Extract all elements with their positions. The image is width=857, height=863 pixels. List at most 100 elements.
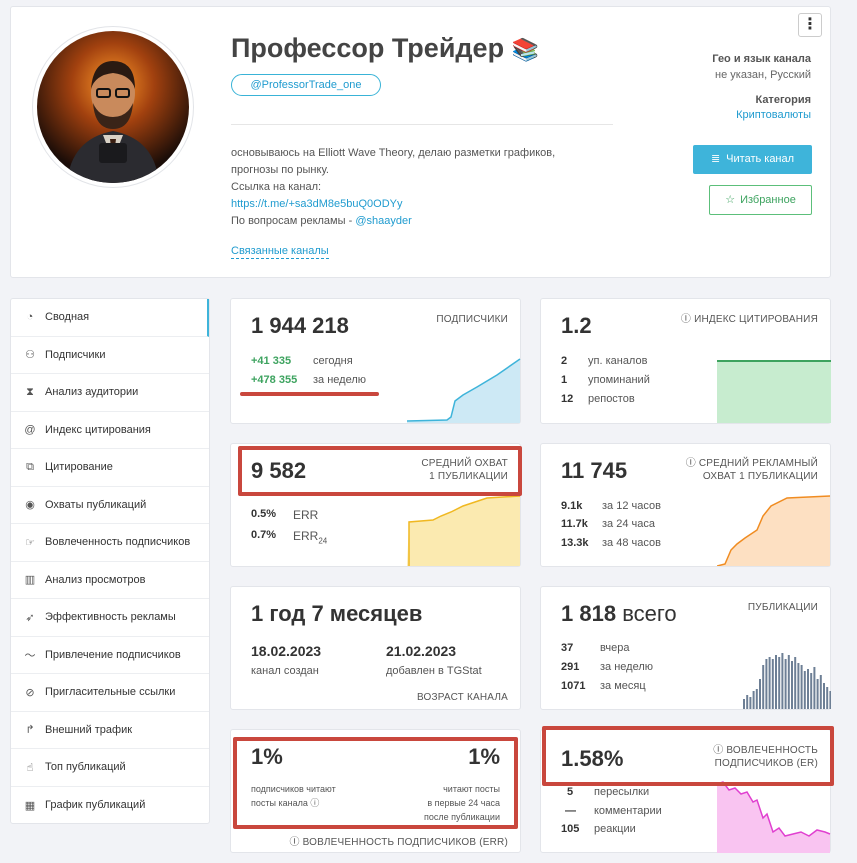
trend-icon: 〜 xyxy=(24,649,36,662)
subscribers-card[interactable]: 1 944 218 ПОДПИСЧИКИ +41 335 сегодня +47… xyxy=(230,298,521,424)
subscribers-week-label: за неделю xyxy=(313,374,367,386)
rocket-icon: ➶ xyxy=(25,611,35,624)
publication-bar xyxy=(778,657,781,709)
channel-age-value: 1 год 7 месяцев xyxy=(251,601,423,626)
publication-bar xyxy=(784,659,787,709)
sidebar-item-acquisition[interactable]: 〜 Привлечение подписчиков xyxy=(11,637,209,674)
highlight-underline xyxy=(240,392,379,396)
err-footer: ⓘ ВОВЛЕЧЕННОСТЬ ПОДПИСЧИКОВ (ERR) xyxy=(289,837,508,848)
sidebar-item-summary[interactable]: ◔ Сводная xyxy=(11,299,209,337)
err24-label: ERR24 xyxy=(293,529,328,546)
publications-total: 1 818 всего xyxy=(561,601,677,626)
channel-invite-link[interactable]: https://t.me/+sa3dM8e5buQ0ODYy xyxy=(231,198,403,210)
publication-bar xyxy=(794,657,797,709)
users-icon: ⚇ xyxy=(25,349,35,362)
publication-bar xyxy=(823,683,825,709)
sidebar-item-external-traffic[interactable]: ↱ Внешний трафик xyxy=(11,712,209,749)
geo-language-value: не указан, Русский xyxy=(715,69,811,81)
avatar-image xyxy=(37,31,189,183)
sidebar-item-top-posts[interactable]: ☝ Топ публикаций xyxy=(11,749,209,787)
citation-index-value: 1.2 xyxy=(561,313,592,338)
publication-bar xyxy=(826,687,829,709)
sidebar-item-ad-efficiency[interactable]: ➶ Эффективность рекламы xyxy=(11,599,209,637)
channel-avatar xyxy=(33,27,193,187)
publication-bar xyxy=(819,675,822,709)
added-label: добавлен в TGStat xyxy=(386,665,482,677)
err-value: 0.5% xyxy=(251,508,277,520)
sidebar-item-schedule[interactable]: ▦ График публикаций xyxy=(11,787,209,825)
hourglass-icon: ⧗ xyxy=(26,385,34,398)
channel-description: основываюсь на Elliott Wave Theory, дела… xyxy=(231,147,556,227)
publication-bar xyxy=(829,691,831,709)
subscribers-today-label: сегодня xyxy=(313,355,353,367)
publication-bar xyxy=(807,669,809,709)
ads-contact-link[interactable]: @shaayder xyxy=(355,215,411,227)
publication-bar xyxy=(765,659,768,709)
citation-index-card[interactable]: 1.2 ⓘ ИНДЕКС ЦИТИРОВАНИЯ 2 уп. каналов 1… xyxy=(540,298,831,424)
publication-bar xyxy=(791,661,793,709)
publication-bar xyxy=(752,691,755,709)
added-date: 21.02.2023 xyxy=(386,643,457,659)
thumbs-up-icon: ☝ xyxy=(26,761,34,774)
sidebar-item-views[interactable]: ▥ Анализ просмотров xyxy=(11,562,209,599)
at-icon: @ xyxy=(24,423,36,436)
list-icon: ≣ xyxy=(710,153,721,165)
sidebar-item-citations[interactable]: ⧉ Цитирование xyxy=(11,449,209,487)
divider xyxy=(231,124,613,125)
info-icon: ⓘ xyxy=(289,837,300,848)
subscribers-week-value: +478 355 xyxy=(251,374,298,386)
read-channel-button[interactable]: ≣ Читать канал xyxy=(693,145,812,174)
ad-reach-value: 11 745 xyxy=(561,458,628,483)
citation-index-header: ⓘ ИНДЕКС ЦИТИРОВАНИЯ xyxy=(680,314,818,325)
subscribers-header: ПОДПИСЧИКИ xyxy=(436,314,508,325)
ad-reach-sparkline xyxy=(717,495,831,566)
publication-bar xyxy=(775,655,777,709)
channel-age-card[interactable]: 1 год 7 месяцев 18.02.2023 канал создан … xyxy=(230,586,521,710)
created-date: 18.02.2023 xyxy=(251,643,322,659)
publication-bar xyxy=(768,657,771,709)
subscribers-sparkline xyxy=(407,358,521,423)
publication-bar xyxy=(816,679,819,709)
favorite-button[interactable]: ☆ Избранное xyxy=(709,185,812,215)
publications-header: ПУБЛИКАЦИИ xyxy=(747,602,818,613)
channel-age-footer: ВОЗРАСТ КАНАЛА xyxy=(416,692,508,703)
citation-sparkline xyxy=(717,360,831,423)
link-icon: ⊘ xyxy=(25,686,35,699)
category-link[interactable]: Криптовалюты xyxy=(736,109,811,121)
subscribers-count: 1 944 218 xyxy=(251,313,349,338)
quote-icon: ⧉ xyxy=(26,460,34,473)
highlight-box-er xyxy=(542,726,834,786)
sidebar-item-subscribers[interactable]: ⚇ Подписчики xyxy=(11,337,209,374)
category-label: Категория xyxy=(755,94,811,106)
eye-icon: ◉ xyxy=(25,499,35,512)
publication-bar xyxy=(762,665,765,709)
highlight-box-reach xyxy=(238,446,522,496)
publication-bar xyxy=(749,697,752,709)
channel-handle-badge[interactable]: @ProfessorTrade_one xyxy=(231,74,381,96)
dashboard-icon: ◔ xyxy=(26,311,34,324)
subscribers-today-value: +41 335 xyxy=(251,355,292,367)
publication-bar xyxy=(800,665,803,709)
sidebar-item-engagement[interactable]: ☞ Вовлеченность подписчиков xyxy=(11,524,209,562)
star-icon: ☆ xyxy=(725,194,736,206)
err-label: ERR xyxy=(293,508,319,522)
ad-reach-header: ⓘ СРЕДНИЙ РЕКЛАМНЫЙ ОХВАТ 1 ПУБЛИКАЦИИ xyxy=(685,458,818,482)
sidebar-item-reach[interactable]: ◉ Охваты публикаций xyxy=(11,487,209,524)
created-label: канал создан xyxy=(251,665,319,677)
ad-reach-card[interactable]: 11 745 ⓘ СРЕДНИЙ РЕКЛАМНЫЙ ОХВАТ 1 ПУБЛИК… xyxy=(540,443,831,567)
books-icon: 📚 xyxy=(511,37,539,62)
publications-card[interactable]: 1 818 всего ПУБЛИКАЦИИ 37 вчера 291 за н… xyxy=(540,586,831,710)
channel-header-card: Профессор Трейдер 📚 @ProfessorTrade_one … xyxy=(10,6,831,278)
info-icon: ⓘ xyxy=(680,314,692,325)
bar-chart-icon: ▥ xyxy=(24,574,36,587)
publication-bar xyxy=(787,655,790,709)
sidebar-nav: ◔ Сводная ⚇ Подписчики ⧗ Анализ аудитории @… xyxy=(10,298,210,824)
publication-bar xyxy=(813,667,816,709)
average-reach-sparkline xyxy=(407,495,521,566)
related-channels-link[interactable]: Связанные каналы xyxy=(231,244,329,259)
sidebar-item-invite-links[interactable]: ⊘ Пригласительные ссылки xyxy=(11,674,209,712)
publication-bar xyxy=(771,659,774,709)
sidebar-item-citation-index[interactable]: @ Индекс цитирования xyxy=(11,412,209,449)
sidebar-item-audience[interactable]: ⧗ Анализ аудитории xyxy=(11,374,209,412)
more-options-button[interactable]: ⋮ xyxy=(798,13,822,37)
